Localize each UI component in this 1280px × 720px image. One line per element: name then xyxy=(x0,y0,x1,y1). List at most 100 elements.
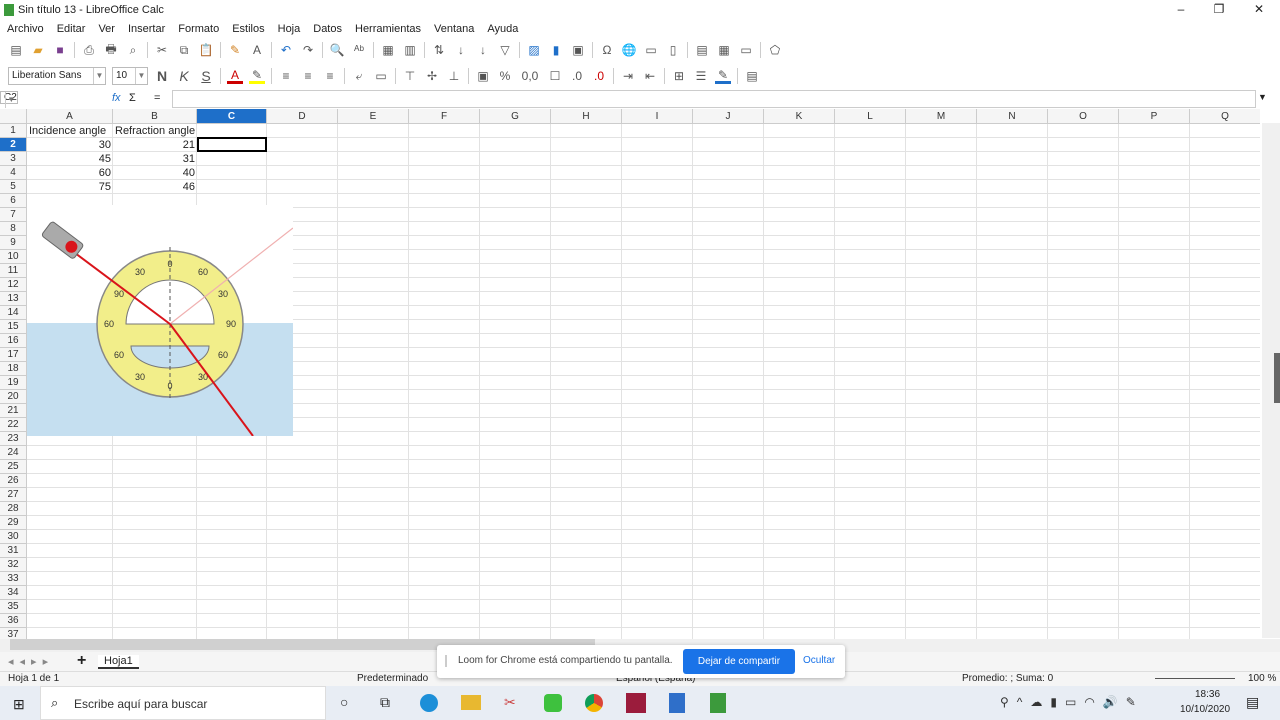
hide-button[interactable]: Ocultar xyxy=(803,655,835,666)
close-button[interactable]: ✕ xyxy=(1244,2,1274,16)
pivot-icon[interactable]: ▣ xyxy=(570,42,586,58)
borders-icon[interactable]: ⊞ xyxy=(671,68,687,84)
cell-a3[interactable]: 45 xyxy=(27,152,113,166)
header-footer-icon[interactable]: ▯ xyxy=(665,42,681,58)
cell-a5[interactable]: 75 xyxy=(27,180,113,194)
redo-icon[interactable]: ↷ xyxy=(300,42,316,58)
sum-icon[interactable]: Σ xyxy=(129,92,136,104)
add-decimal-icon[interactable]: .0 xyxy=(569,68,585,84)
row-header-25[interactable]: 25 xyxy=(0,460,27,474)
open-icon[interactable]: ▰ xyxy=(30,42,46,58)
cell-b4[interactable]: 40 xyxy=(113,166,197,180)
row-header-24[interactable]: 24 xyxy=(0,446,27,460)
image-icon[interactable]: ▨ xyxy=(526,42,542,58)
conditional-icon[interactable]: ▤ xyxy=(744,68,760,84)
menu-ventana[interactable]: Ventana xyxy=(434,23,474,35)
menu-herramientas[interactable]: Herramientas xyxy=(355,23,421,35)
row-header-36[interactable]: 36 xyxy=(0,614,27,628)
bold-button[interactable]: N xyxy=(154,68,170,84)
split-icon[interactable]: ▭ xyxy=(738,42,754,58)
column-header-o[interactable]: O xyxy=(1048,109,1119,124)
menu-editar[interactable]: Editar xyxy=(57,23,86,35)
column-header-l[interactable]: L xyxy=(835,109,906,124)
row-header-19[interactable]: 19 xyxy=(0,376,27,390)
border-color-icon[interactable]: ✎ xyxy=(715,68,731,84)
stop-sharing-button[interactable]: Dejar de compartir xyxy=(683,649,795,674)
align-center-icon[interactable]: ≡ xyxy=(300,68,316,84)
highlight-icon[interactable]: ✎ xyxy=(249,68,265,84)
row-header-21[interactable]: 21 xyxy=(0,404,27,418)
row-header-32[interactable]: 32 xyxy=(0,558,27,572)
outdent-icon[interactable]: ⇤ xyxy=(642,68,658,84)
row-header-34[interactable]: 34 xyxy=(0,586,27,600)
special-char-icon[interactable]: Ω xyxy=(599,42,615,58)
draw-icon[interactable]: ⬠ xyxy=(767,42,783,58)
row-header-8[interactable]: 8 xyxy=(0,222,27,236)
row-header-15[interactable]: 15 xyxy=(0,320,27,334)
undo-icon[interactable]: ↶ xyxy=(278,42,294,58)
cell-a1[interactable]: Incidence angle xyxy=(27,124,113,138)
menu-ayuda[interactable]: Ayuda xyxy=(487,23,518,35)
row-header-2[interactable]: 2 xyxy=(0,138,27,152)
notifications-icon[interactable]: ▤ xyxy=(1246,694,1259,711)
menu-insertar[interactable]: Insertar xyxy=(128,23,165,35)
chrome-icon[interactable] xyxy=(585,694,603,712)
find-icon[interactable]: 🔍 xyxy=(329,42,345,58)
font-name-combo[interactable]: Liberation Sans ▼ xyxy=(8,67,106,85)
column-header-f[interactable]: F xyxy=(409,109,480,124)
row-header-12[interactable]: 12 xyxy=(0,278,27,292)
row-header-29[interactable]: 29 xyxy=(0,516,27,530)
app-icon[interactable] xyxy=(626,693,646,713)
row-header-30[interactable]: 30 xyxy=(0,530,27,544)
row-header-17[interactable]: 17 xyxy=(0,348,27,362)
cortana-icon[interactable]: ○ xyxy=(340,694,348,710)
menu-archivo[interactable]: Archivo xyxy=(7,23,44,35)
column-header-d[interactable]: D xyxy=(267,109,338,124)
sheet-tab-hoja1[interactable]: Hoja1 xyxy=(98,655,139,669)
column-header-b[interactable]: B xyxy=(113,109,197,124)
cell-cursor[interactable] xyxy=(197,137,267,152)
name-box[interactable]: C2 ▼ xyxy=(0,91,18,108)
print-icon[interactable]: 🖶 xyxy=(103,42,119,58)
column-header-i[interactable]: I xyxy=(622,109,693,124)
chart-icon[interactable]: ▮ xyxy=(548,42,564,58)
row-header-13[interactable]: 13 xyxy=(0,292,27,306)
row-header-33[interactable]: 33 xyxy=(0,572,27,586)
windows-start-icon[interactable]: ⊞ xyxy=(13,696,25,713)
menu-ver[interactable]: Ver xyxy=(98,23,115,35)
save-icon[interactable]: ■ xyxy=(52,42,68,58)
freeze-icon[interactable]: ▦ xyxy=(716,42,732,58)
new-icon[interactable]: ▤ xyxy=(8,42,24,58)
merge-icon[interactable]: ▭ xyxy=(373,68,389,84)
sort-icon[interactable]: ⇅ xyxy=(431,42,447,58)
calc-icon[interactable] xyxy=(710,693,726,713)
chevron-down-icon[interactable]: ▼ xyxy=(4,92,17,108)
column-header-h[interactable]: H xyxy=(551,109,622,124)
column-header-p[interactable]: P xyxy=(1119,109,1190,124)
task-view-icon[interactable]: ⧉ xyxy=(380,694,390,711)
clone-icon[interactable]: ✎ xyxy=(227,42,243,58)
column-header-n[interactable]: N xyxy=(977,109,1048,124)
column-header-c[interactable]: C xyxy=(197,109,267,124)
date-icon[interactable]: ☐ xyxy=(547,68,563,84)
row-header-26[interactable]: 26 xyxy=(0,474,27,488)
add-sheet-button[interactable]: + xyxy=(77,652,86,670)
sort-desc-icon[interactable]: ↓ xyxy=(475,42,491,58)
row-header-37[interactable]: 37 xyxy=(0,628,27,639)
chevron-down-icon[interactable]: ▼ xyxy=(135,68,147,84)
clear-format-icon[interactable]: A xyxy=(249,42,265,58)
menu-datos[interactable]: Datos xyxy=(313,23,342,35)
cell-a4[interactable]: 60 xyxy=(27,166,113,180)
column-header-a[interactable]: A xyxy=(27,109,113,124)
row-header-16[interactable]: 16 xyxy=(0,334,27,348)
font-color-icon[interactable]: A xyxy=(227,68,243,84)
cell-b1[interactable]: Refraction angle xyxy=(113,124,197,138)
column-header-g[interactable]: G xyxy=(480,109,551,124)
row-header-3[interactable]: 3 xyxy=(0,152,27,166)
spellcheck-icon[interactable]: ᴬᵇ xyxy=(351,42,367,58)
spotify-like-icon[interactable] xyxy=(544,694,562,712)
row-header-22[interactable]: 22 xyxy=(0,418,27,432)
column-header-j[interactable]: J xyxy=(693,109,764,124)
hyperlink-icon[interactable]: 🌐 xyxy=(621,42,637,58)
cut-icon[interactable]: ✂ xyxy=(154,42,170,58)
